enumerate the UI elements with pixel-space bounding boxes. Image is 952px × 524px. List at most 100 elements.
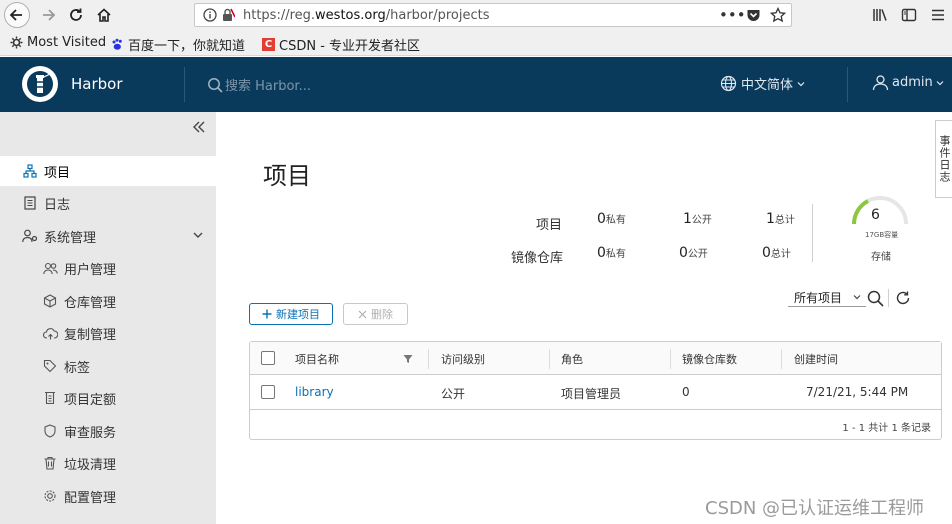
sidebar-item-labels[interactable]: 标签 bbox=[0, 351, 216, 381]
sidebar: 项目 日志 系统管理 用户管理 仓库管理 复制管理 标签 项目定额 审查服务 垃… bbox=[0, 112, 216, 524]
bookmark-csdn[interactable]: C CSDN - 专业开发者社区 bbox=[262, 35, 420, 54]
reload-button[interactable] bbox=[64, 3, 88, 27]
quota-icon bbox=[42, 390, 58, 406]
storage-value: 6 bbox=[871, 207, 880, 223]
chevron-down-icon bbox=[797, 81, 805, 86]
sidebar-item-configuration[interactable]: 配置管理 bbox=[0, 481, 216, 511]
browser-toolbar: https://reg.westos.org/harbor/projects •… bbox=[0, 0, 952, 30]
toolbar-divider bbox=[888, 289, 889, 307]
sidebar-toggle-icon[interactable] bbox=[901, 7, 917, 23]
column-divider bbox=[549, 349, 550, 369]
gear-icon bbox=[10, 36, 23, 49]
stat-projects-total: 1总计 bbox=[766, 211, 795, 227]
address-bar[interactable]: https://reg.westos.org/harbor/projects •… bbox=[194, 3, 792, 27]
stats-divider bbox=[812, 204, 813, 262]
sidebar-item-logs[interactable]: 日志 bbox=[0, 188, 216, 218]
back-button[interactable] bbox=[4, 2, 30, 28]
brand-name: Harbor bbox=[71, 75, 123, 93]
log-icon bbox=[22, 195, 38, 211]
shield-icon bbox=[42, 423, 58, 439]
user-menu[interactable]: admin bbox=[872, 74, 944, 91]
storage-gauge bbox=[852, 196, 908, 225]
app-header: Harbor 搜索 Harbor... 中文简体 admin bbox=[0, 57, 952, 112]
column-header-name[interactable]: 项目名称 bbox=[295, 351, 339, 367]
sidebar-item-quotas[interactable]: 项目定额 bbox=[0, 383, 216, 413]
page-actions-icon[interactable]: ••• bbox=[719, 6, 746, 24]
header-divider bbox=[847, 67, 848, 102]
column-header-repo-count[interactable]: 镜像仓库数 bbox=[682, 351, 737, 367]
stat-projects-public: 1公开 bbox=[683, 211, 712, 227]
search-icon bbox=[208, 77, 223, 93]
new-project-button[interactable]: 新建项目 bbox=[249, 303, 333, 325]
filter-icon[interactable] bbox=[403, 354, 413, 364]
language-selector[interactable]: 中文简体 bbox=[720, 74, 805, 93]
sidebar-item-users[interactable]: 用户管理 bbox=[0, 253, 216, 283]
projects-table: 项目名称 访问级别 角色 镜像仓库数 创建时间 library 公开 项目管理员… bbox=[249, 341, 942, 440]
double-chevron-left-icon bbox=[193, 121, 205, 133]
user-icon bbox=[872, 75, 889, 91]
table-footer: 1 - 1 共计 1 条记录 bbox=[842, 423, 931, 434]
gear-icon bbox=[42, 488, 58, 504]
plus-icon bbox=[262, 309, 272, 319]
reload-icon bbox=[70, 8, 82, 21]
bookmark-star-icon[interactable] bbox=[770, 7, 786, 23]
filter-search-button[interactable] bbox=[866, 289, 884, 307]
chevron-down-icon bbox=[936, 80, 944, 85]
csdn-logo-icon: C bbox=[262, 38, 275, 51]
column-header-access[interactable]: 访问级别 bbox=[441, 351, 485, 367]
cell-repo-count: 0 bbox=[682, 385, 690, 399]
harbor-logo[interactable] bbox=[22, 66, 58, 102]
cube-icon bbox=[42, 293, 58, 309]
sidebar-item-interrogation[interactable]: 审查服务 bbox=[0, 416, 216, 446]
pocket-icon[interactable] bbox=[746, 8, 761, 23]
sidebar-item-projects[interactable]: 项目 bbox=[0, 156, 216, 186]
url-text: https://reg.westos.org/harbor/projects bbox=[243, 8, 490, 23]
menu-icon[interactable] bbox=[930, 7, 946, 23]
users-gear-icon bbox=[22, 228, 38, 244]
chevron-down-icon bbox=[193, 232, 203, 238]
event-log-tab[interactable]: 事件日志 bbox=[935, 120, 952, 198]
sidebar-item-registries[interactable]: 仓库管理 bbox=[0, 286, 216, 316]
column-header-created[interactable]: 创建时间 bbox=[794, 351, 838, 367]
global-search[interactable]: 搜索 Harbor... bbox=[207, 75, 311, 94]
watermark: CSDN @已认证运维工程师 bbox=[705, 498, 925, 519]
globe-icon bbox=[720, 75, 737, 92]
trash-icon bbox=[42, 455, 58, 471]
sidebar-item-administration[interactable]: 系统管理 bbox=[0, 221, 216, 251]
library-icon[interactable] bbox=[872, 7, 888, 23]
close-icon bbox=[358, 310, 367, 318]
page-title: 项目 bbox=[263, 162, 311, 190]
stat-repos-total: 0总计 bbox=[762, 245, 791, 261]
sidebar-item-replications[interactable]: 复制管理 bbox=[0, 318, 216, 348]
delete-button[interactable]: 删除 bbox=[343, 303, 408, 325]
column-header-role[interactable]: 角色 bbox=[561, 351, 583, 367]
refresh-button[interactable] bbox=[894, 289, 912, 307]
column-divider bbox=[428, 349, 429, 369]
bookmark-baidu[interactable]: 百度一下，你就知道 bbox=[111, 35, 245, 54]
project-tree-icon bbox=[22, 163, 38, 179]
forward-button[interactable] bbox=[36, 3, 60, 27]
stat-repos-label: 镜像仓库 bbox=[511, 251, 564, 266]
baidu-paw-icon bbox=[112, 38, 122, 50]
collapse-sidebar-button[interactable] bbox=[192, 119, 206, 138]
project-filter-select[interactable]: 所有项目 bbox=[788, 289, 866, 307]
select-all-checkbox[interactable] bbox=[261, 351, 275, 365]
stat-repos-private: 0私有 bbox=[597, 245, 626, 261]
header-divider bbox=[184, 67, 185, 102]
cell-role: 项目管理员 bbox=[561, 387, 622, 401]
home-button[interactable] bbox=[92, 3, 116, 27]
stat-projects-private: 0私有 bbox=[597, 211, 626, 227]
refresh-icon bbox=[896, 291, 910, 305]
bookmark-most-visited[interactable]: Most Visited bbox=[10, 35, 106, 50]
search-icon bbox=[867, 290, 884, 307]
bookmarks-bar: Most Visited 百度一下，你就知道 C CSDN - 专业开发者社区 bbox=[0, 30, 952, 56]
storage-label: 存储 bbox=[871, 252, 891, 263]
row-checkbox[interactable] bbox=[261, 385, 275, 399]
table-row: library 公开 项目管理员 0 7/21/21, 5:44 PM bbox=[250, 375, 941, 410]
sidebar-item-garbage-collection[interactable]: 垃圾清理 bbox=[0, 448, 216, 478]
cell-created: 7/21/21, 5:44 PM bbox=[806, 385, 909, 399]
stat-projects-label: 项目 bbox=[536, 218, 563, 233]
table-header: 项目名称 访问级别 角色 镜像仓库数 创建时间 bbox=[250, 342, 941, 375]
stat-repos-public: 0公开 bbox=[679, 245, 708, 261]
project-name-link[interactable]: library bbox=[295, 385, 334, 399]
